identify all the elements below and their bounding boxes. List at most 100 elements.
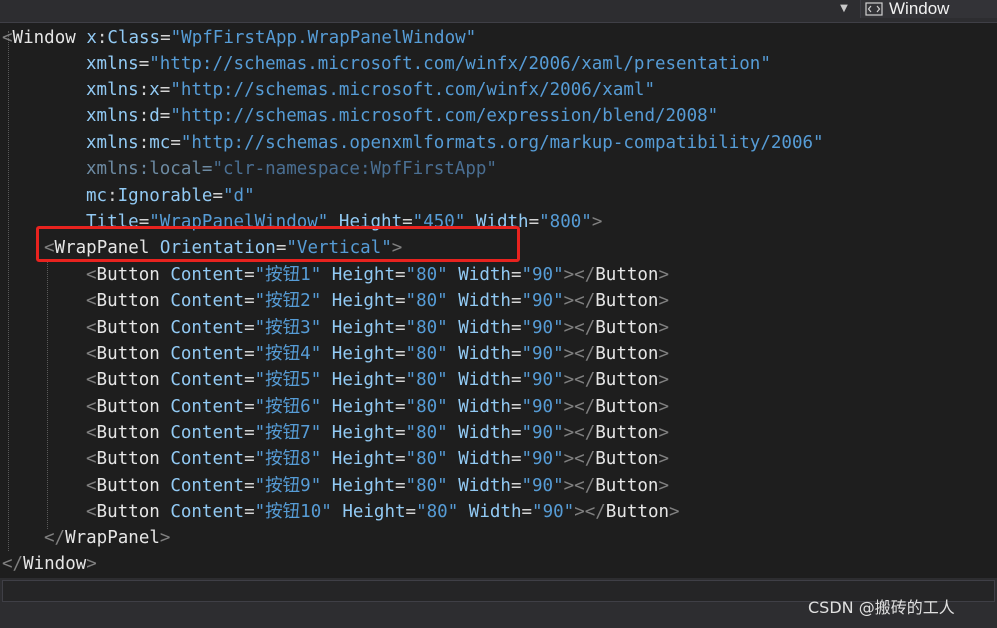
code-token: Height: [331, 396, 395, 417]
code-token: <: [86, 317, 97, 338]
code-token: "90": [521, 423, 564, 444]
code-token: >: [658, 396, 670, 417]
code-token: "90": [521, 317, 564, 338]
code-token: Width: [458, 449, 511, 470]
code-line[interactable]: xmlns:local="clr-namespace:WpfFirstApp": [86, 156, 497, 182]
code-token: "按钮9": [254, 475, 322, 496]
code-token: Height: [331, 449, 395, 470]
code-token: Button: [595, 370, 659, 391]
code-token: :: [107, 186, 118, 206]
code-token: Content: [170, 291, 245, 312]
red-highlight-box: [36, 226, 520, 262]
code-token: <: [2, 28, 13, 48]
element-selector-label: Window: [889, 0, 950, 18]
code-line-button[interactable]: <Button Content="按钮5" Height="80" Width=…: [86, 367, 669, 393]
code-token: =: [510, 291, 522, 312]
code-token: >: [159, 528, 171, 548]
code-token: Width: [458, 291, 511, 312]
code-token: =: [395, 265, 406, 285]
code-token: ></: [563, 291, 596, 312]
code-line-button[interactable]: <Button Content="按钮1" Height="80" Width=…: [86, 262, 669, 288]
code-token: "90": [521, 449, 564, 470]
code-token: =: [395, 344, 406, 365]
code-line[interactable]: xmlns:d="http://schemas.microsoft.com/ex…: [86, 103, 718, 129]
code-line[interactable]: </WrapPanel>: [44, 525, 170, 551]
code-line[interactable]: mc:Ignorable="d": [86, 183, 255, 209]
code-token: "按钮7": [254, 423, 322, 444]
code-line-button[interactable]: <Button Content="按钮4" Height="80" Width=…: [86, 341, 669, 367]
code-token: "80": [405, 370, 448, 391]
code-token: Button: [595, 317, 659, 338]
code-token: Window: [12, 28, 76, 48]
code-line[interactable]: <Window x:Class="WpfFirstApp.WrapPanelWi…: [2, 25, 476, 51]
code-token: "80": [405, 396, 448, 417]
code-token: "http://schemas.openxmlformats.org/marku…: [180, 133, 824, 153]
code-token: =: [159, 106, 171, 126]
code-token: =: [510, 265, 522, 285]
code-token: <: [86, 396, 97, 417]
code-token: Height: [342, 502, 406, 523]
code-token: ></: [563, 449, 596, 470]
code-token: Button: [595, 396, 659, 417]
code-token: =: [201, 159, 213, 179]
code-token: Content: [170, 265, 245, 285]
code-line[interactable]: xmlns:x="http://schemas.microsoft.com/wi…: [86, 77, 655, 103]
code-token: =: [510, 396, 522, 417]
code-token: Content: [170, 396, 245, 417]
code-token: "90": [521, 344, 564, 365]
code-token: =: [510, 344, 522, 365]
code-token: Window: [23, 554, 87, 574]
code-line-button[interactable]: <Button Content="按钮3" Height="80" Width=…: [86, 315, 669, 341]
code-token: "clr-namespace:WpfFirstApp": [212, 159, 497, 179]
code-line[interactable]: xmlns:mc="http://schemas.openxmlformats.…: [86, 130, 824, 156]
code-token: Button: [96, 502, 160, 523]
code-token: Button: [96, 344, 160, 365]
code-token: Button: [595, 449, 659, 470]
code-token: :: [138, 80, 150, 100]
code-token: "90": [521, 475, 564, 496]
code-token: =: [244, 396, 255, 417]
code-line[interactable]: xmlns="http://schemas.microsoft.com/winf…: [86, 51, 771, 77]
code-line-button[interactable]: <Button Content="按钮9" Height="80" Width=…: [86, 473, 669, 499]
code-token: =: [244, 317, 255, 338]
code-token: =: [138, 54, 150, 74]
code-token: Button: [96, 396, 160, 417]
code-token: ></: [563, 423, 596, 444]
code-token: =: [244, 370, 255, 391]
code-token: <: [86, 344, 97, 365]
code-token: =: [395, 475, 406, 496]
code-line-button[interactable]: <Button Content="按钮10" Height="80" Width…: [86, 499, 680, 525]
code-line[interactable]: </Window>: [2, 551, 97, 577]
code-token: "http://schemas.microsoft.com/expression…: [170, 106, 719, 126]
code-token: Content: [170, 370, 245, 391]
code-token: >: [591, 212, 603, 232]
code-token: "80": [405, 344, 448, 365]
code-token: "800": [539, 212, 592, 232]
code-token: Content: [170, 317, 245, 338]
code-token: >: [86, 554, 97, 574]
code-token: xmlns: [86, 159, 139, 179]
code-token: Button: [96, 370, 160, 391]
code-token: "90": [521, 396, 564, 417]
code-line-button[interactable]: <Button Content="按钮6" Height="80" Width=…: [86, 394, 669, 420]
code-token: Content: [170, 423, 245, 444]
code-token: "80": [405, 291, 448, 312]
code-token: Button: [595, 265, 659, 285]
code-line-button[interactable]: <Button Content="按钮2" Height="80" Width=…: [86, 288, 669, 314]
code-line-button[interactable]: <Button Content="按钮7" Height="80" Width=…: [86, 420, 669, 446]
code-token: Width: [458, 423, 511, 444]
code-line-button[interactable]: <Button Content="按钮8" Height="80" Width=…: [86, 446, 669, 472]
code-token: =: [395, 449, 406, 470]
code-token: "90": [521, 370, 564, 391]
code-token: Height: [331, 317, 395, 338]
code-token: Button: [605, 502, 670, 523]
code-token: :: [138, 106, 150, 126]
code-editor[interactable]: <Window x:Class="WpfFirstApp.WrapPanelWi…: [0, 23, 997, 578]
code-token: <: [86, 265, 97, 285]
chevron-down-icon[interactable]: ▼: [838, 2, 850, 16]
code-token: "按钮1": [254, 265, 322, 285]
code-token: =: [395, 396, 406, 417]
element-selector-dropdown[interactable]: Window: [860, 0, 997, 18]
code-token: Width: [458, 396, 511, 417]
code-token: Class: [107, 28, 161, 48]
